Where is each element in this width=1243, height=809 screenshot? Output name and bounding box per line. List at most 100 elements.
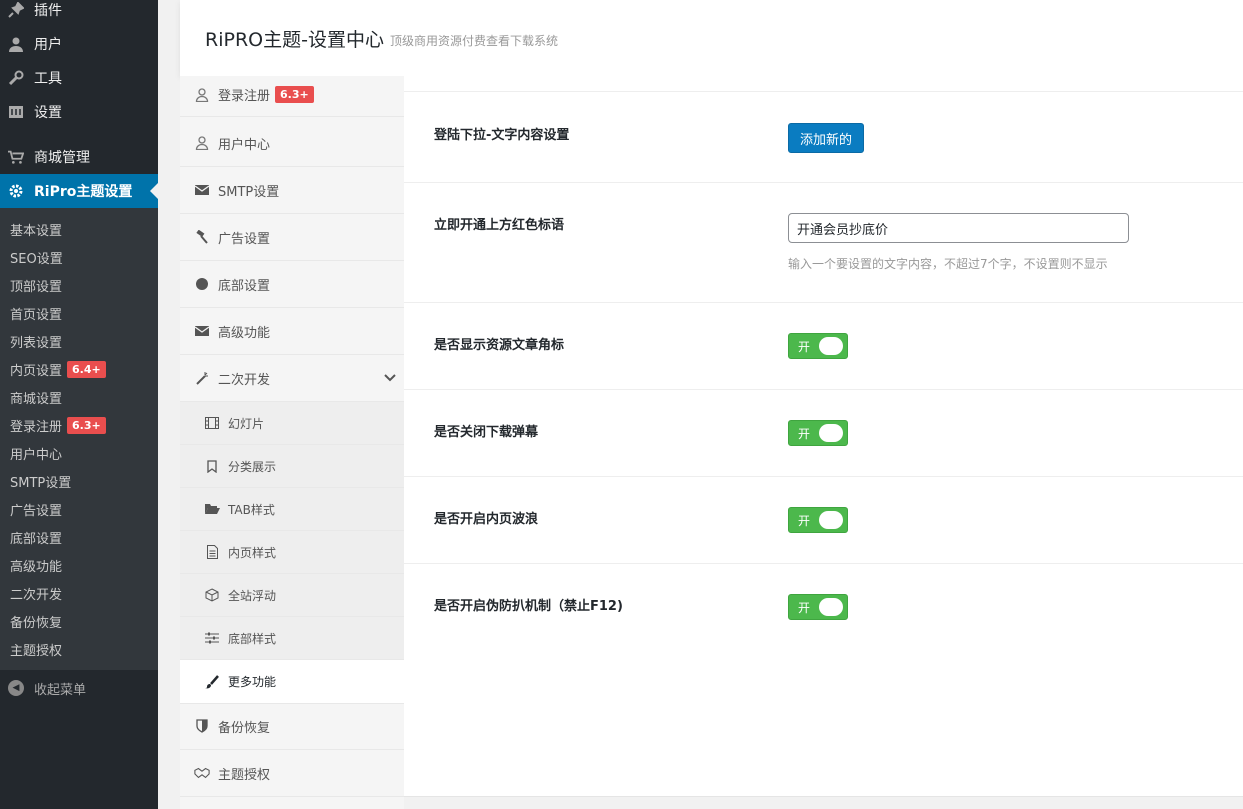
wp-submenu-item[interactable]: 首页设置 bbox=[10, 299, 62, 327]
wp-menu-users[interactable]: 用户 bbox=[0, 27, 158, 61]
setting-label: 是否开启内页波浪 bbox=[434, 512, 539, 527]
bookmark-icon bbox=[204, 458, 220, 474]
tab-smtp[interactable]: SMTP设置 bbox=[180, 167, 404, 214]
toggle-state: 开 bbox=[798, 513, 811, 528]
toggle-knob bbox=[819, 598, 843, 616]
wp-submenu-item[interactable]: 用户中心 bbox=[10, 439, 62, 467]
wp-submenu-item[interactable]: 登录注册 6.3+ bbox=[10, 411, 106, 439]
wp-admin-sidebar: 插件 用户 工具 设置 商城管理 RiPro主题设置 基本设置 SEO设置 顶部… bbox=[0, 0, 158, 809]
subtab-label: TAB样式 bbox=[228, 502, 275, 517]
wrench-icon bbox=[8, 70, 24, 86]
settings-content: 登陆下拉-文字内容设置 添加新的 立即开通上方红色标语 输入一个要设置的文字内容… bbox=[404, 76, 1243, 796]
envelope-icon bbox=[194, 182, 210, 198]
tab-label: 底部设置 bbox=[218, 278, 271, 294]
add-new-button[interactable]: 添加新的 bbox=[788, 123, 865, 153]
wp-submenu-label: SEO设置 bbox=[10, 251, 63, 267]
wp-submenu-label: 顶部设置 bbox=[10, 279, 63, 295]
wp-menu-plugins[interactable]: 插件 bbox=[0, 0, 158, 27]
subtab-float[interactable]: 全站浮动 bbox=[180, 574, 404, 617]
tab-theme-license[interactable]: 主题授权 bbox=[180, 750, 404, 797]
wp-submenu-item[interactable]: 底部设置 bbox=[10, 523, 62, 551]
circle-icon bbox=[194, 276, 210, 292]
wp-submenu-label: 列表设置 bbox=[10, 335, 63, 351]
shield-icon bbox=[194, 718, 210, 734]
tab-login-register[interactable]: 登录注册 6.3+ bbox=[180, 73, 404, 117]
footer-strip bbox=[404, 796, 1243, 809]
subtab-label: 内页样式 bbox=[228, 545, 277, 560]
hammer-icon bbox=[194, 229, 210, 245]
wp-submenu-label: 商城设置 bbox=[10, 391, 63, 407]
subtab-tab-style[interactable]: TAB样式 bbox=[180, 488, 404, 531]
wp-submenu: 基本设置 SEO设置 顶部设置 首页设置 列表设置 内页设置 6.4+ 商城设置 … bbox=[0, 208, 158, 670]
tab-backup-restore[interactable]: 备份恢复 bbox=[180, 703, 404, 750]
wp-menu-ripro-settings[interactable]: RiPro主题设置 bbox=[0, 174, 158, 208]
wp-submenu-label: SMTP设置 bbox=[10, 475, 72, 491]
wp-menu-label: 用户 bbox=[34, 37, 62, 53]
download-danmaku-toggle[interactable]: 开 bbox=[788, 420, 848, 446]
page-subtitle: 顶级商用资源付费查看下载系统 bbox=[389, 33, 558, 48]
cube-icon bbox=[204, 587, 220, 603]
wp-menu-settings[interactable]: 设置 bbox=[0, 95, 158, 129]
slogan-input[interactable] bbox=[788, 213, 1129, 243]
toggle-state: 开 bbox=[798, 600, 811, 615]
paint-brush-icon bbox=[204, 674, 220, 690]
settings-icon bbox=[8, 104, 24, 120]
user-outline-icon bbox=[194, 87, 210, 103]
tab-secondary-dev[interactable]: 二次开发 bbox=[180, 355, 404, 402]
subtab-label: 更多功能 bbox=[228, 675, 277, 689]
envelope-icon bbox=[194, 323, 210, 339]
wp-submenu-item[interactable]: 二次开发 bbox=[10, 579, 62, 607]
toggle-knob bbox=[819, 511, 843, 529]
wp-submenu-item[interactable]: 主题授权 bbox=[10, 635, 62, 663]
wp-menu-label: 插件 bbox=[34, 3, 62, 19]
wp-submenu-label: 用户中心 bbox=[10, 447, 63, 463]
subtab-slides[interactable]: 幻灯片 bbox=[180, 402, 404, 445]
settings-nav: 登录注册 6.3+ 用户中心 SMTP设置 广告设置 底部设置 高级功能 二次开… bbox=[180, 76, 404, 809]
wp-submenu-label: 内页设置 bbox=[10, 363, 63, 379]
wp-menu-shop[interactable]: 商城管理 bbox=[0, 140, 158, 174]
sliders-icon bbox=[204, 630, 220, 646]
setting-row: 登陆下拉-文字内容设置 添加新的 bbox=[404, 91, 1243, 183]
tab-user-center[interactable]: 用户中心 bbox=[180, 120, 404, 167]
setting-label: 是否开启伪防扒机制（禁止F12) bbox=[434, 599, 623, 614]
tab-label: 二次开发 bbox=[218, 372, 271, 388]
collapse-menu-button[interactable]: ◀ 收起菜单 bbox=[0, 674, 158, 702]
toggle-state: 开 bbox=[798, 426, 811, 441]
setting-row: 是否开启伪防扒机制（禁止F12) 开 bbox=[404, 563, 1243, 663]
wp-submenu-item[interactable]: 备份恢复 bbox=[10, 607, 62, 635]
subtab-more-features[interactable]: 更多功能 bbox=[180, 660, 404, 704]
tab-footer[interactable]: 底部设置 bbox=[180, 261, 404, 308]
anti-scrape-toggle[interactable]: 开 bbox=[788, 594, 848, 620]
version-badge: 6.3+ bbox=[67, 416, 106, 434]
wp-submenu-label: 登录注册 bbox=[10, 419, 63, 435]
wp-submenu-item[interactable]: 商城设置 bbox=[10, 383, 62, 411]
setting-description: 输入一个要设置的文字内容，不超过7个字，不设置则不显示 bbox=[788, 257, 1108, 271]
tab-label: SMTP设置 bbox=[218, 184, 280, 200]
wp-menu-tools[interactable]: 工具 bbox=[0, 61, 158, 95]
wp-submenu-label: 主题授权 bbox=[10, 643, 63, 659]
wp-submenu-item[interactable]: 列表设置 bbox=[10, 327, 62, 355]
subtab-inner-style[interactable]: 内页样式 bbox=[180, 531, 404, 574]
file-text-icon bbox=[204, 544, 220, 560]
tab-advanced[interactable]: 高级功能 bbox=[180, 308, 404, 355]
subtab-footer-style[interactable]: 底部样式 bbox=[180, 617, 404, 660]
wp-submenu-item[interactable]: 广告设置 bbox=[10, 495, 62, 523]
wp-submenu-item[interactable]: 顶部设置 bbox=[10, 271, 62, 299]
wp-submenu-item[interactable]: 高级功能 bbox=[10, 551, 62, 579]
wp-menu-label: 设置 bbox=[34, 105, 62, 121]
setting-row: 是否显示资源文章角标 开 bbox=[404, 302, 1243, 389]
cart-icon bbox=[8, 149, 24, 165]
wp-submenu-item[interactable]: SMTP设置 bbox=[10, 467, 71, 495]
subtab-category[interactable]: 分类展示 bbox=[180, 445, 404, 488]
resource-badge-toggle[interactable]: 开 bbox=[788, 333, 848, 359]
collapse-arrow-icon: ◀ bbox=[8, 680, 24, 696]
tab-ads[interactable]: 广告设置 bbox=[180, 214, 404, 261]
setting-row: 是否开启内页波浪 开 bbox=[404, 476, 1243, 563]
user-outline-icon bbox=[194, 135, 210, 151]
wp-submenu-item[interactable]: 基本设置 bbox=[10, 215, 62, 243]
wp-submenu-item[interactable]: 内页设置 6.4+ bbox=[10, 355, 106, 383]
gear-icon bbox=[8, 183, 24, 199]
wp-submenu-item[interactable]: SEO设置 bbox=[10, 243, 63, 271]
wp-submenu-label: 底部设置 bbox=[10, 531, 63, 547]
inner-wave-toggle[interactable]: 开 bbox=[788, 507, 848, 533]
